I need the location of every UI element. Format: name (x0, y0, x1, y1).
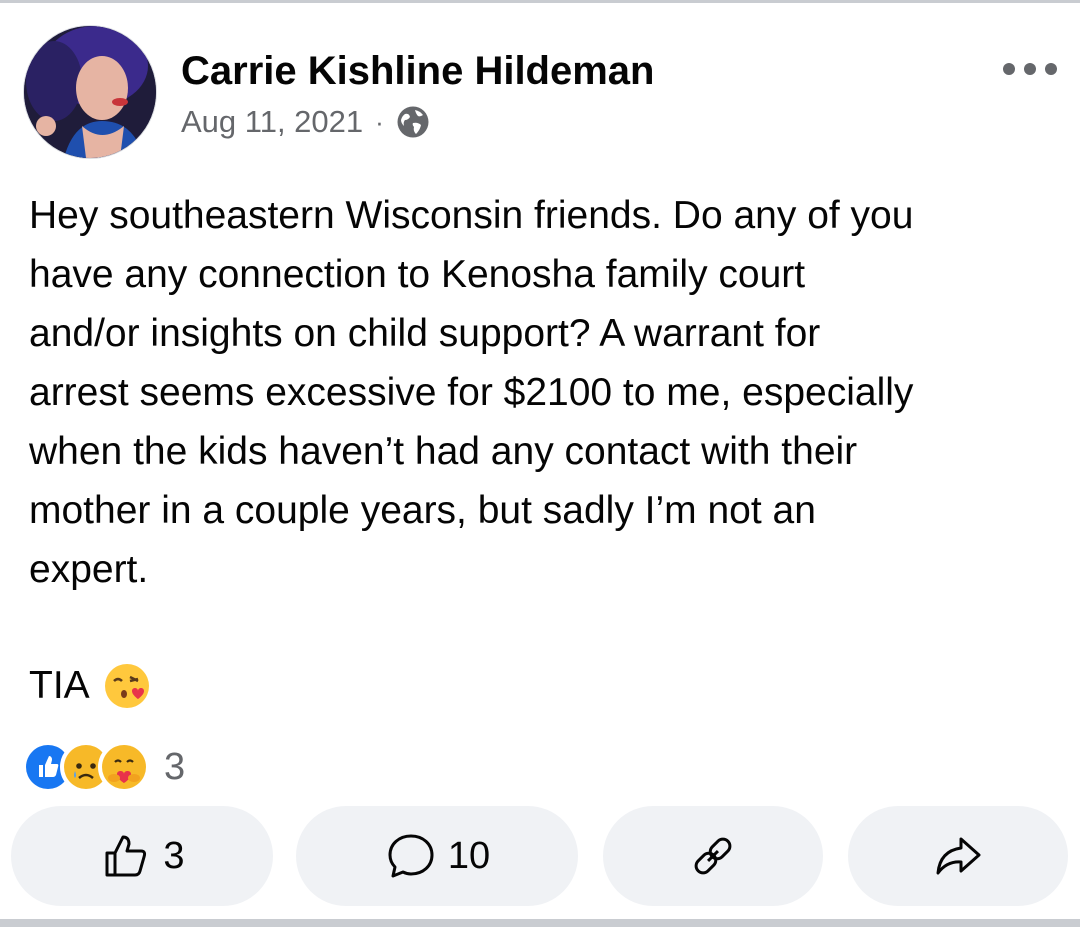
copy-link-button[interactable] (603, 806, 823, 906)
globe-icon[interactable] (396, 105, 430, 139)
post-date[interactable]: Aug 11, 2021 (181, 104, 363, 140)
thumbs-up-icon (99, 829, 153, 883)
sign-off-text: TIA (29, 664, 90, 707)
like-button[interactable]: 3 (11, 806, 273, 906)
comment-bubble-icon (384, 829, 438, 883)
post-meta: Aug 11, 2021 · (181, 102, 430, 142)
author-avatar[interactable] (24, 26, 156, 158)
kissing-heart-emoji (102, 661, 152, 711)
care-reaction-icon (98, 741, 150, 793)
comment-count: 10 (447, 834, 491, 877)
top-divider (0, 0, 1080, 3)
share-button[interactable] (848, 806, 1068, 906)
link-icon (686, 829, 740, 883)
comment-button[interactable]: 10 (296, 806, 578, 906)
post-sign-off: TIA (29, 658, 152, 714)
more-options-icon[interactable] (1003, 62, 1057, 76)
bottom-divider (0, 919, 1080, 927)
like-count: 3 (163, 834, 185, 877)
meta-separator: · (375, 107, 384, 137)
reaction-count: 3 (164, 745, 186, 788)
share-arrow-icon (931, 829, 985, 883)
reaction-summary[interactable]: 3 (22, 741, 186, 793)
post-body: Hey southeastern Wisconsin friends. Do a… (29, 194, 914, 591)
author-name[interactable]: Carrie Kishline Hildeman (181, 47, 654, 95)
